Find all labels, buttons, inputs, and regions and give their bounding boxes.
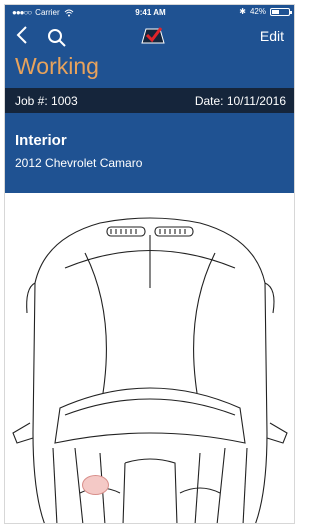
- search-icon: [48, 29, 66, 47]
- search-button[interactable]: [47, 28, 67, 48]
- page-title: Working: [15, 53, 99, 79]
- battery-icon: [270, 7, 292, 16]
- vehicle-diagram[interactable]: [5, 193, 294, 523]
- status-bar: ●●●○○ Carrier 9:41 AM ✱ 42%: [5, 5, 294, 21]
- job-number: Job #: 1003: [15, 94, 78, 108]
- app-logo-icon: [141, 27, 165, 44]
- job-bar: Job #: 1003 Date: 10/11/2016: [5, 88, 294, 113]
- bluetooth-icon: ✱: [239, 7, 246, 16]
- section-header: Interior 2012 Chevrolet Camaro: [5, 113, 294, 193]
- app-logo: [140, 25, 166, 47]
- job-date: Date: 10/11/2016: [194, 94, 286, 108]
- status-right: ✱ 42%: [239, 7, 292, 16]
- nav-bar: Edit: [5, 21, 294, 55]
- damage-marker[interactable]: [82, 475, 109, 495]
- phone-screen: ●●●○○ Carrier 9:41 AM ✱ 42% Edit Working…: [4, 4, 295, 524]
- car-outline-icon: [12, 217, 288, 523]
- chevron-left-icon: [16, 26, 27, 44]
- battery-level: [272, 9, 279, 14]
- battery-percent: 42%: [249, 7, 266, 16]
- back-button[interactable]: [15, 25, 29, 49]
- edit-button[interactable]: Edit: [260, 28, 284, 44]
- vehicle-name: 2012 Chevrolet Camaro: [15, 156, 143, 170]
- header-area: ●●●○○ Carrier 9:41 AM ✱ 42% Edit Working: [5, 5, 294, 88]
- section-name: Interior: [15, 132, 67, 149]
